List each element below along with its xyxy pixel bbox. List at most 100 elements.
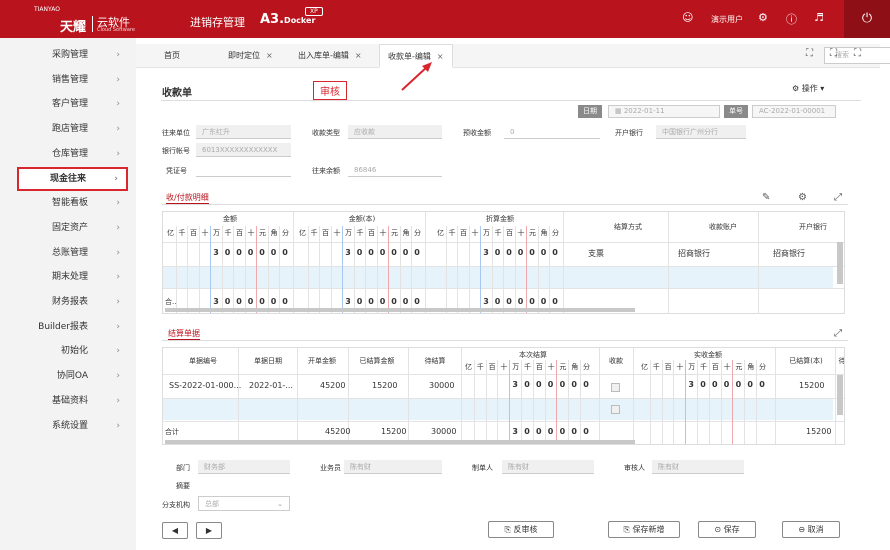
- staff-field[interactable]: 陈有财: [344, 460, 442, 474]
- sidebar-item[interactable]: Builder报表 ›: [17, 315, 128, 339]
- close-icon[interactable]: ×: [355, 51, 362, 60]
- digit-unit-header: 百: [711, 363, 719, 371]
- selected-row[interactable]: [163, 267, 833, 288]
- amount-digit: 0: [552, 248, 558, 257]
- top-bar: TIANYAO 天耀 云软件 Cloud Software 进销存管理 A3.D…: [0, 0, 890, 38]
- fullscreen-icon[interactable]: ⛶: [854, 48, 861, 59]
- receive-checkbox[interactable]: [611, 405, 620, 414]
- total-digit: 3: [213, 297, 219, 306]
- chevron-right-icon: ›: [116, 74, 120, 85]
- chevron-right-icon: ›: [116, 272, 120, 283]
- total-digit: 0: [368, 297, 374, 306]
- total-digit: 0: [559, 427, 566, 436]
- close-icon[interactable]: ×: [266, 51, 273, 60]
- expand-icon[interactable]: ⤢: [834, 192, 842, 203]
- amount-digit: 0: [524, 380, 530, 389]
- save-button[interactable]: ⊙ 保存: [698, 521, 756, 538]
- digit-unit-header: 角: [747, 363, 755, 371]
- sidebar-item[interactable]: 期末处理 ›: [17, 265, 128, 289]
- expand-icon[interactable]: ⤢: [834, 328, 842, 339]
- digit-unit-header: 亿: [299, 229, 306, 237]
- sidebar-item[interactable]: 系统设置 ›: [17, 414, 128, 438]
- amount-digit: 0: [379, 248, 386, 257]
- sidebar-item-label: 客户管理: [51, 99, 88, 110]
- digit-unit-header: 元: [735, 363, 743, 371]
- tab-stock-io-edit[interactable]: 出入库单-编辑 ×: [298, 44, 362, 68]
- voucher-field[interactable]: [196, 163, 291, 177]
- amount-digit: 0: [583, 380, 589, 389]
- digit-unit-header: 千: [700, 363, 707, 371]
- chevron-right-icon: ›: [116, 346, 120, 357]
- prev-record-button[interactable]: ◀: [162, 522, 188, 539]
- method-cell[interactable]: 支票: [588, 248, 604, 259]
- dept-field[interactable]: 财务部: [198, 460, 290, 474]
- digit-unit-header: 千: [178, 229, 186, 237]
- account-cell[interactable]: 招商银行: [678, 248, 710, 259]
- receive-checkbox[interactable]: [611, 383, 620, 392]
- ops-menu[interactable]: ⚙ 操作 ▾: [792, 83, 824, 94]
- maker-field[interactable]: 陈有财: [502, 460, 594, 474]
- unaudit-button[interactable]: ⎘ 反审核: [488, 521, 554, 538]
- sidebar-item[interactable]: 仓库管理 ›: [17, 142, 128, 166]
- power-icon[interactable]: ⏻: [844, 0, 890, 38]
- screenshot-icon[interactable]: ⛶: [806, 48, 813, 59]
- sidebar-item[interactable]: 基础资料 ›: [17, 389, 128, 413]
- vertical-scrollbar[interactable]: [837, 375, 843, 415]
- current-user[interactable]: 演示用户: [711, 14, 743, 25]
- sidebar-item[interactable]: 销售管理 ›: [17, 68, 128, 92]
- chevron-right-icon: ›: [116, 247, 120, 258]
- sidebar-item[interactable]: 初始化 ›: [17, 339, 128, 363]
- amount-digit: 0: [402, 248, 409, 257]
- amount-digit: 0: [259, 248, 265, 257]
- number-field[interactable]: AC-2022-01-00001: [752, 105, 836, 118]
- next-record-button[interactable]: ▶: [196, 522, 222, 539]
- total-digit: 0: [391, 297, 397, 306]
- chevron-right-icon: ›: [116, 297, 120, 307]
- branch-select[interactable]: 总部 ⌄: [198, 496, 290, 511]
- prepay-field[interactable]: 0: [504, 125, 600, 139]
- attachment-icon[interactable]: ✎: [762, 192, 770, 203]
- shrink-icon[interactable]: ⛶: [830, 48, 837, 59]
- sidebar-item[interactable]: 协同OA ›: [17, 364, 128, 388]
- date-field[interactable]: ▦ 2022-01-11: [608, 105, 720, 118]
- section-divider: [162, 204, 848, 205]
- tabs-bar: 首页 即时定位× 出入库单-编辑× 收款单-编辑× 搜索⌄ ⛶ ⛶ ⛶: [136, 44, 890, 68]
- type-label: 收款类型: [312, 129, 340, 137]
- sidebar-item-label: 系统设置: [51, 420, 88, 431]
- vertical-scrollbar[interactable]: [837, 242, 843, 284]
- user-icon[interactable]: ☺: [682, 11, 693, 24]
- type-field[interactable]: 应收款: [348, 125, 442, 139]
- speaker-icon[interactable]: ♬: [814, 11, 824, 24]
- sidebar-item[interactable]: 财务报表 ›: [17, 290, 128, 314]
- horizontal-scrollbar[interactable]: [165, 308, 635, 312]
- tab-home[interactable]: 首页: [164, 44, 180, 68]
- tab-instant-locate[interactable]: 即时定位 ×: [228, 44, 273, 68]
- bank-field[interactable]: 中国银行广州分行: [656, 125, 746, 139]
- settings-icon[interactable]: ⚙: [798, 192, 807, 203]
- gear-icon[interactable]: ⚙: [758, 11, 768, 24]
- sidebar-item[interactable]: 客户管理 ›: [17, 92, 128, 116]
- sidebar-item[interactable]: 现金往来 ›: [17, 166, 128, 191]
- sidebar-item[interactable]: 固定资产 ›: [17, 216, 128, 240]
- bank-cell[interactable]: 招商银行: [773, 248, 805, 259]
- sidebar-item-label: 智能看板: [51, 198, 88, 209]
- total-digit: 0: [524, 427, 530, 436]
- unit-field[interactable]: 广东红升: [196, 125, 291, 139]
- horizontal-scrollbar[interactable]: [165, 440, 635, 444]
- digit-unit-header: 十: [471, 229, 479, 237]
- digit-unit-header: 百: [488, 363, 496, 371]
- sidebar-item[interactable]: 跑店管理 ›: [17, 117, 128, 141]
- sidebar-item[interactable]: 采购管理 ›: [17, 43, 128, 67]
- account-field[interactable]: 6013XXXXXXXXXXXX: [196, 143, 291, 157]
- digit-unit-header: 亿: [465, 363, 472, 371]
- auditor-field[interactable]: 陈有财: [652, 460, 744, 474]
- total-label: 合计: [165, 428, 179, 436]
- sidebar-item[interactable]: 智能看板 ›: [17, 191, 128, 215]
- total-digit: 3: [483, 297, 489, 306]
- sidebar-item[interactable]: 总账管理 ›: [17, 241, 128, 265]
- doc-no-cell[interactable]: SS-2022-01-000...: [169, 381, 241, 390]
- digit-unit-header: 百: [460, 229, 467, 237]
- help-icon[interactable]: ⓘ: [786, 11, 797, 27]
- save-new-button[interactable]: ⎘ 保存新增: [608, 521, 680, 538]
- cancel-button[interactable]: ⊖ 取消: [782, 521, 840, 538]
